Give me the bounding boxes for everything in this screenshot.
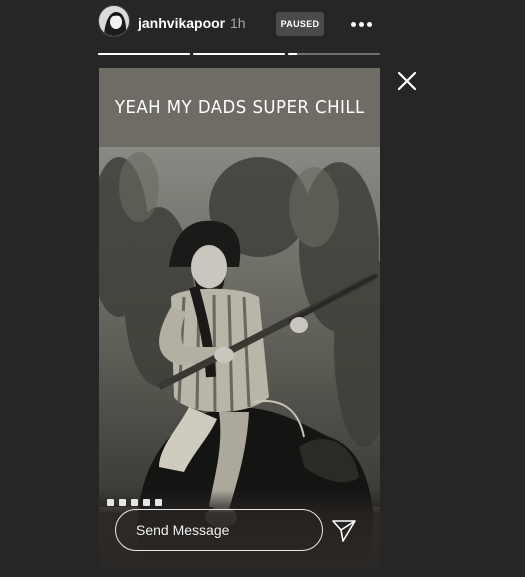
progress-segment-current: [288, 53, 380, 55]
username[interactable]: janhvikapoor: [138, 15, 225, 31]
send-message-input[interactable]: [115, 509, 323, 551]
story-progress: [98, 53, 380, 56]
avatar-photo: [99, 6, 129, 36]
story-viewer: janhvikapoor 1h PAUSED YEAH MY DADS SUPE…: [0, 0, 525, 577]
more-icon[interactable]: [348, 12, 374, 36]
close-icon[interactable]: [394, 68, 420, 94]
paused-badge: PAUSED: [276, 12, 324, 36]
story-frame[interactable]: YEAH MY DADS SUPER CHILL: [99, 68, 380, 567]
post-time: 1h: [230, 15, 246, 31]
send-icon[interactable]: [331, 517, 357, 543]
story-header: janhvikapoor 1h PAUSED: [98, 4, 380, 42]
avatar[interactable]: [98, 5, 130, 37]
caption-band: YEAH MY DADS SUPER CHILL: [99, 68, 380, 147]
media-indicator-dots: [107, 499, 162, 506]
progress-segment: [193, 53, 285, 55]
progress-segment: [98, 53, 190, 55]
story-caption: YEAH MY DADS SUPER CHILL: [114, 97, 365, 118]
